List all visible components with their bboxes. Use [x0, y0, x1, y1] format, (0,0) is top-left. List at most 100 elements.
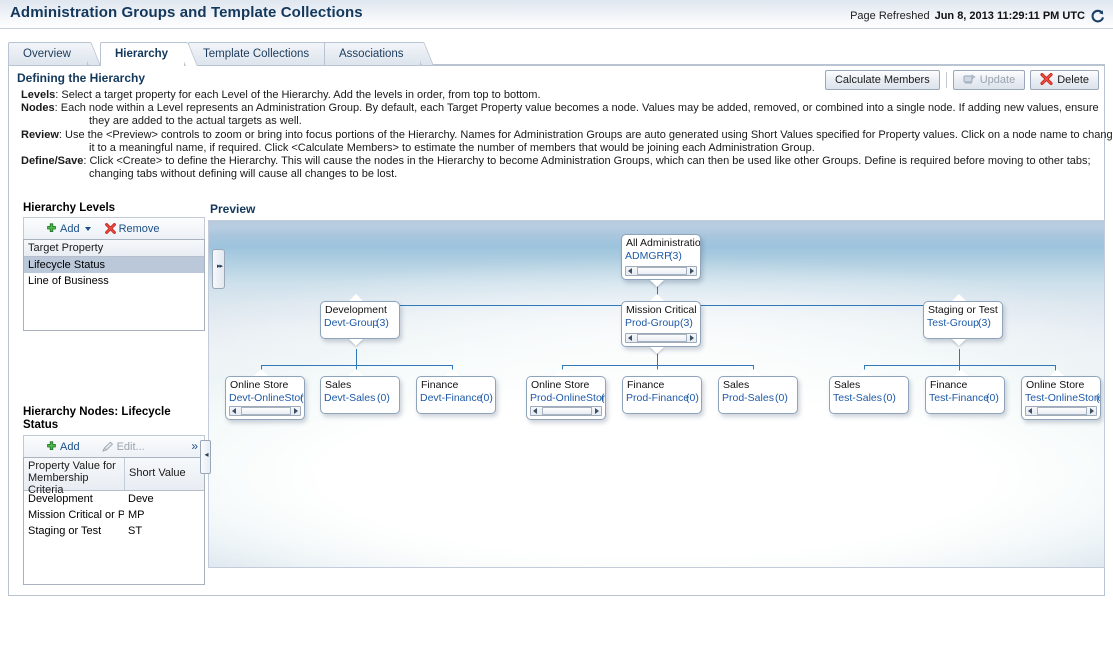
hierarchy-node-root[interactable]: All Administration ADMGRP (3): [621, 234, 701, 280]
hierarchy-node-test-onlinestore[interactable]: Online Store Test-OnlineStore (0: [1021, 376, 1101, 420]
hierarchy-node-staging-test[interactable]: Staging or Test Test-Group (3): [923, 301, 1003, 339]
hierarchy-node-devt-onlinestore[interactable]: Online Store Devt-OnlineStore (0: [225, 376, 305, 420]
node-name[interactable]: Finance: [930, 379, 967, 391]
node-name[interactable]: Online Store: [1026, 379, 1084, 391]
scroll-right-arrow-icon[interactable]: [690, 268, 694, 274]
scroll-left-arrow-icon[interactable]: [628, 268, 632, 274]
hierarchy-levels-toolbar: Add Remove: [23, 217, 205, 239]
node-name[interactable]: All Administration: [626, 237, 700, 249]
node-member-count: (3: [601, 392, 605, 404]
node-name[interactable]: Staging or Test: [928, 304, 998, 316]
node-scrollbar[interactable]: [229, 406, 301, 416]
table-row[interactable]: Lifecycle Status: [24, 257, 204, 273]
node-pointer: [952, 339, 966, 346]
hierarchy-node-devt-sales[interactable]: Sales Devt-Sales (0): [320, 376, 400, 414]
node-short-name: Test-Finance: [929, 392, 990, 404]
node-pointer: [445, 369, 459, 376]
instruction-row: changing tabs without defining will caus…: [21, 168, 1101, 181]
scroll-thumb[interactable]: [637, 267, 687, 275]
node-name[interactable]: Finance: [627, 379, 664, 391]
delete-label: Delete: [1057, 74, 1089, 86]
scroll-left-arrow-icon[interactable]: [232, 408, 236, 414]
nodes-more-button[interactable]: »: [191, 439, 198, 453]
scroll-left-arrow-icon[interactable]: [628, 335, 632, 341]
hierarchy-node-prod-onlinestore[interactable]: Online Store Prod-OnlineStore (3: [526, 376, 606, 420]
tab-overview-label: Overview: [23, 48, 71, 60]
nodes-edit-button[interactable]: Edit...: [101, 441, 145, 453]
preview-expand-handle[interactable]: [212, 249, 226, 289]
hierarchy-node-mission-critical[interactable]: Mission Critical or Prod-Group (3): [621, 301, 701, 347]
node-scrollbar[interactable]: [625, 266, 697, 276]
levels-remove-label: Remove: [118, 222, 160, 235]
preview-collapse-left-handle[interactable]: [200, 440, 212, 474]
connector-line: [959, 349, 960, 365]
node-name[interactable]: Sales: [325, 379, 351, 391]
nodes-grid-body: Development Deve Mission Critical or Pro…: [24, 491, 204, 539]
tab-hierarchy[interactable]: Hierarchy: [100, 42, 198, 66]
node-member-count: (3): [978, 317, 991, 329]
node-name[interactable]: Mission Critical or: [626, 304, 700, 316]
scroll-right-arrow-icon[interactable]: [690, 335, 694, 341]
scroll-right-arrow-icon[interactable]: [1090, 408, 1094, 414]
levels-remove-button[interactable]: Remove: [104, 222, 160, 235]
update-button[interactable]: Update: [952, 70, 1026, 90]
plus-icon: [46, 441, 57, 452]
plus-icon: [46, 223, 57, 234]
table-row[interactable]: Mission Critical or Pro MP: [24, 507, 204, 523]
scroll-thumb[interactable]: [241, 407, 291, 415]
levels-add-button[interactable]: Add: [46, 223, 91, 235]
scroll-thumb[interactable]: [1037, 407, 1087, 415]
node-name[interactable]: Online Store: [531, 379, 589, 391]
node-name[interactable]: Finance: [421, 379, 458, 391]
nodes-grid-header: Property Value for Membership Criteria S…: [24, 458, 204, 496]
table-row[interactable]: Development Deve: [24, 491, 204, 507]
tab-associations[interactable]: Associations: [324, 42, 434, 65]
table-row[interactable]: Staging or Test ST: [24, 523, 204, 539]
node-name[interactable]: Online Store: [230, 379, 288, 391]
hierarchy-node-test-finance[interactable]: Finance Test-Finance (0): [925, 376, 1005, 414]
levels-column-target-property: Target Property: [28, 242, 104, 254]
hierarchy-node-test-sales[interactable]: Sales Test-Sales (0): [829, 376, 909, 414]
tab-strip: Overview Hierarchy Template Collections …: [0, 42, 1113, 66]
tab-template-collections[interactable]: Template Collections: [188, 42, 339, 65]
node-member-count: (0): [986, 392, 999, 404]
calculate-members-button[interactable]: Calculate Members: [824, 70, 940, 90]
node-member-count: (0): [480, 392, 493, 404]
node-name[interactable]: Sales: [834, 379, 860, 391]
node-name[interactable]: Sales: [723, 379, 749, 391]
node-short-value: Deve: [128, 493, 154, 505]
instruction-text: changing tabs without defining will caus…: [89, 168, 398, 181]
node-scrollbar[interactable]: [1025, 406, 1097, 416]
scroll-left-arrow-icon[interactable]: [1028, 408, 1032, 414]
node-pointer: [650, 347, 664, 354]
hierarchy-levels-grid: Target Property Lifecycle Status Line of…: [23, 239, 205, 331]
hierarchy-levels-title: Hierarchy Levels: [23, 202, 116, 214]
node-scrollbar[interactable]: [625, 333, 697, 343]
close-x-icon: [104, 223, 116, 234]
hierarchy-node-devt-finance[interactable]: Finance Devt-Finance (0): [416, 376, 496, 414]
node-short-value: ST: [128, 525, 143, 537]
refresh-icon[interactable]: [1090, 9, 1105, 24]
scroll-thumb[interactable]: [542, 407, 592, 415]
hierarchy-node-prod-sales[interactable]: Sales Prod-Sales (0): [718, 376, 798, 414]
preview-canvas[interactable]: All Administration ADMGRP (3) Developmen…: [208, 220, 1105, 568]
table-row[interactable]: Line of Business: [24, 273, 204, 289]
nodes-add-button[interactable]: Add: [46, 441, 80, 453]
scroll-right-arrow-icon[interactable]: [595, 408, 599, 414]
node-pointer: [555, 369, 569, 376]
scroll-left-arrow-icon[interactable]: [533, 408, 537, 414]
node-short-name: Test-Sales: [833, 392, 883, 404]
instruction-row: it to a meaningful name, if required. Cl…: [21, 142, 1101, 155]
hierarchy-node-development[interactable]: Development Devt-Group (3): [320, 301, 400, 339]
chevron-down-icon: [84, 226, 91, 231]
tab-overview[interactable]: Overview: [8, 42, 101, 65]
node-name[interactable]: Development: [325, 304, 387, 316]
delete-button[interactable]: Delete: [1030, 70, 1099, 90]
nodes-column-short-value: Short Value: [124, 458, 204, 490]
hierarchy-node-prod-finance[interactable]: Finance Prod-Finance (0): [622, 376, 702, 414]
node-scrollbar[interactable]: [530, 406, 602, 416]
scroll-right-arrow-icon[interactable]: [294, 408, 298, 414]
scroll-thumb[interactable]: [637, 334, 687, 342]
node-pointer: [650, 280, 664, 287]
toolbar-separator: [945, 72, 947, 88]
